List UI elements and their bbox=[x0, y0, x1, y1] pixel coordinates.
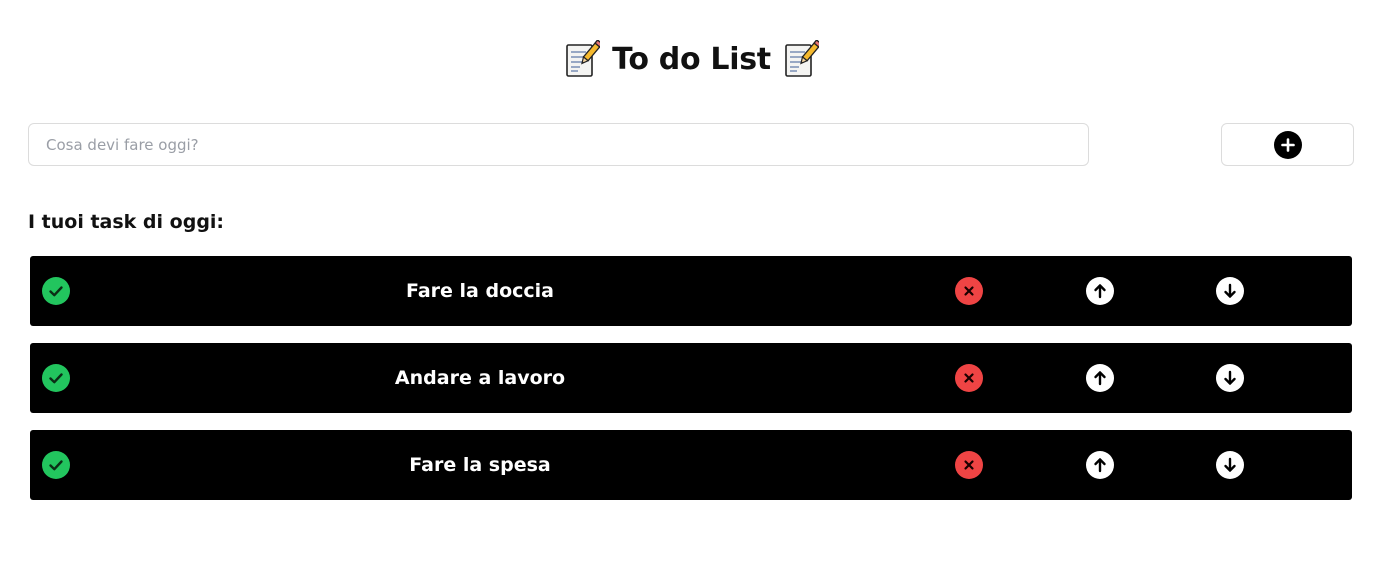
delete-task-button[interactable] bbox=[955, 364, 983, 392]
plus-circle-icon bbox=[1273, 130, 1302, 159]
move-up-button[interactable] bbox=[1086, 364, 1114, 392]
new-task-input[interactable] bbox=[28, 123, 1089, 166]
delete-task-button[interactable] bbox=[955, 277, 983, 305]
add-task-button[interactable] bbox=[1221, 123, 1354, 166]
arrow-down-circle-icon bbox=[1216, 277, 1244, 305]
x-circle-icon bbox=[955, 364, 983, 392]
arrow-up-circle-icon bbox=[1086, 451, 1114, 479]
task-text: Fare la doccia bbox=[405, 280, 555, 302]
arrow-up-circle-icon bbox=[1086, 364, 1114, 392]
task-list-heading: I tuoi task di oggi: bbox=[28, 211, 225, 233]
arrow-down-circle-icon bbox=[1216, 364, 1244, 392]
arrow-up-circle-icon bbox=[1086, 277, 1114, 305]
move-down-button[interactable] bbox=[1216, 277, 1244, 305]
task-list: Fare la doccia Andare a lavoro Fare la s… bbox=[30, 256, 1352, 517]
page-title-text: To do List bbox=[612, 41, 771, 77]
task-text: Fare la spesa bbox=[409, 454, 551, 476]
memo-icon bbox=[566, 40, 601, 77]
arrow-down-circle-icon bbox=[1216, 451, 1244, 479]
task-row: Fare la spesa bbox=[30, 430, 1352, 500]
task-text: Andare a lavoro bbox=[394, 367, 566, 389]
delete-task-button[interactable] bbox=[955, 451, 983, 479]
todo-page: To do List I tuoi task di oggi: bbox=[0, 0, 1383, 565]
move-up-button[interactable] bbox=[1086, 451, 1114, 479]
move-down-button[interactable] bbox=[1216, 364, 1244, 392]
move-up-button[interactable] bbox=[1086, 277, 1114, 305]
task-row: Andare a lavoro bbox=[30, 343, 1352, 413]
task-row: Fare la doccia bbox=[30, 256, 1352, 326]
page-title: To do List bbox=[0, 36, 1383, 82]
move-down-button[interactable] bbox=[1216, 451, 1244, 479]
memo-icon bbox=[785, 40, 819, 77]
x-circle-icon bbox=[955, 451, 983, 479]
x-circle-icon bbox=[955, 277, 983, 305]
